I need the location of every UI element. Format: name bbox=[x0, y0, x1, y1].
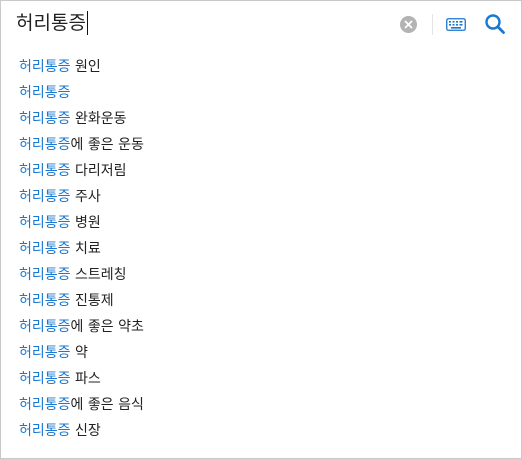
suggestion-list: 허리통증 원인 허리통증 허리통증 완화운동 허리통증에 좋은 운동 허리통증 … bbox=[1, 54, 521, 444]
suggestion-rest: 진통제 bbox=[70, 293, 114, 309]
suggestion-rest: 스트레칭 bbox=[70, 267, 127, 283]
suggestion-highlight: 허리통증 bbox=[19, 189, 71, 205]
suggestion-highlight: 허리통증 bbox=[19, 423, 71, 439]
suggestion-highlight: 허리통증 bbox=[19, 163, 71, 179]
clear-icon[interactable] bbox=[400, 16, 417, 33]
suggestion-highlight: 허리통증 bbox=[19, 241, 71, 257]
suggestion-rest: 에 좋은 음식 bbox=[70, 397, 144, 413]
suggestion-item[interactable]: 허리통증 병원 bbox=[1, 210, 521, 236]
suggestion-item[interactable]: 허리통증 완화운동 bbox=[1, 106, 521, 132]
suggestion-rest: 주사 bbox=[70, 189, 101, 205]
toolbar-divider bbox=[432, 14, 433, 35]
suggestion-item[interactable]: 허리통증 주사 bbox=[1, 184, 521, 210]
suggestion-rest: 완화운동 bbox=[70, 111, 127, 127]
suggestion-item[interactable]: 허리통증 원인 bbox=[1, 54, 521, 80]
search-icon[interactable] bbox=[484, 13, 506, 35]
suggestion-rest: 에 좋은 약초 bbox=[70, 319, 144, 335]
search-input[interactable]: 허리통증 bbox=[16, 10, 88, 36]
suggestion-rest: 신장 bbox=[70, 423, 101, 439]
suggestion-highlight: 허리통증 bbox=[19, 215, 71, 231]
autocomplete-dropdown: 허리통증 원인 허리통증 허리통증 완화운동 허리통증에 좋은 운동 허리통증 … bbox=[0, 46, 522, 459]
suggestion-highlight: 허리통증 bbox=[19, 267, 71, 283]
search-autocomplete-page: 허리통증 허리통증 원인 허리통증 허리통증 완화운동 허리통증에 좋은 운동 … bbox=[0, 0, 522, 459]
suggestion-rest: 파스 bbox=[70, 371, 101, 387]
search-bar: 허리통증 bbox=[0, 0, 522, 47]
suggestion-highlight: 허리통증 bbox=[19, 371, 71, 387]
suggestion-rest: 병원 bbox=[70, 215, 101, 231]
suggestion-item[interactable]: 허리통증에 좋은 운동 bbox=[1, 132, 521, 158]
suggestion-item[interactable]: 허리통증 치료 bbox=[1, 236, 521, 262]
suggestion-item[interactable]: 허리통증 신장 bbox=[1, 418, 521, 444]
suggestion-item[interactable]: 허리통증에 좋은 약초 bbox=[1, 314, 521, 340]
keyboard-icon[interactable] bbox=[446, 17, 466, 32]
suggestion-highlight: 허리통증 bbox=[19, 137, 71, 153]
suggestion-item[interactable]: 허리통증 다리저림 bbox=[1, 158, 521, 184]
suggestion-highlight: 허리통증 bbox=[19, 111, 71, 127]
suggestion-rest: 약 bbox=[70, 345, 88, 361]
suggestion-item[interactable]: 허리통증 약 bbox=[1, 340, 521, 366]
suggestion-highlight: 허리통증 bbox=[19, 319, 71, 335]
suggestion-highlight: 허리통증 bbox=[19, 59, 71, 75]
suggestion-highlight: 허리통증 bbox=[19, 293, 71, 309]
suggestion-rest: 에 좋은 운동 bbox=[70, 137, 144, 153]
suggestion-item[interactable]: 허리통증 bbox=[1, 80, 521, 106]
suggestion-item[interactable]: 허리통증 파스 bbox=[1, 366, 521, 392]
suggestion-highlight: 허리통증 bbox=[19, 345, 71, 361]
suggestion-highlight: 허리통증 bbox=[19, 397, 71, 413]
suggestion-highlight: 허리통증 bbox=[19, 85, 71, 101]
suggestion-item[interactable]: 허리통증 스트레칭 bbox=[1, 262, 521, 288]
search-query-text: 허리통증 bbox=[16, 12, 86, 34]
text-caret bbox=[86, 11, 88, 35]
suggestion-rest: 치료 bbox=[70, 241, 101, 257]
suggestion-item[interactable]: 허리통증 진통제 bbox=[1, 288, 521, 314]
suggestion-rest: 원인 bbox=[70, 59, 101, 75]
suggestion-rest: 다리저림 bbox=[70, 163, 127, 179]
suggestion-item[interactable]: 허리통증에 좋은 음식 bbox=[1, 392, 521, 418]
